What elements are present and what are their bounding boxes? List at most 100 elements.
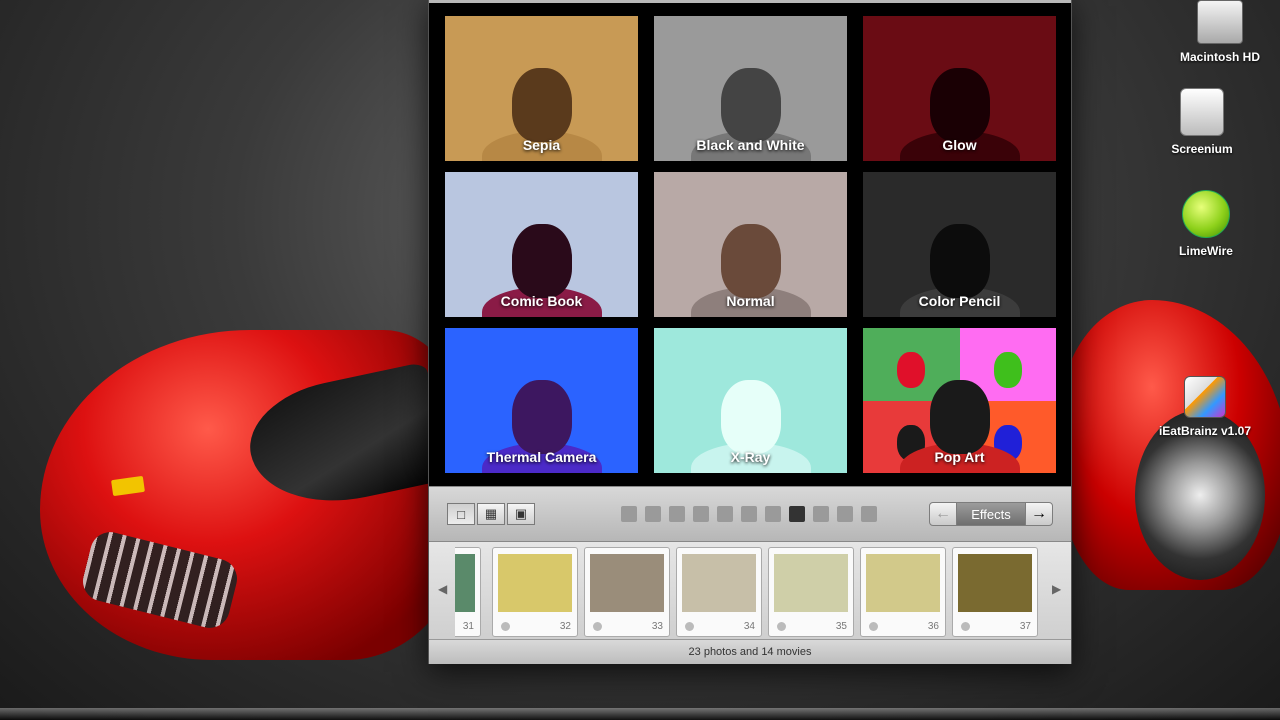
thumbnail-image [498,554,572,612]
person-head [929,380,990,454]
effect-tile-color-pencil[interactable]: Color Pencil [863,172,1056,317]
camera-badge-icon [593,622,602,631]
tray-scroll-right-button[interactable]: ▶ [1052,582,1061,596]
filmstrip-view-button[interactable]: ▣ [507,503,535,525]
desktop-icon-macintosh-hd[interactable]: Macintosh HD [1165,0,1275,64]
effect-label: X-Ray [730,449,771,465]
effect-tile-pop-art[interactable]: Pop Art [863,328,1056,473]
effects-navigation: ← Effects → [929,502,1053,526]
thumbnail-number: 33 [651,621,663,632]
effect-label: Sepia [522,137,561,153]
effect-tile-sepia[interactable]: Sepia [445,16,638,161]
desktop-icon-label: iEatBrainz v1.07 [1158,424,1252,438]
thumbnail-number: 32 [559,621,571,632]
person-head [720,224,781,298]
filmstrip-view-icon: ▣ [514,506,528,521]
thumbnail[interactable]: 34 [676,547,762,637]
effect-tile-comic-book[interactable]: Comic Book [445,172,638,317]
person-head [720,68,781,142]
effect-label: Color Pencil [918,293,1001,309]
effect-label: Black and White [696,137,805,153]
photo-booth-window: Sepia Black and White Glow Comic Book No… [428,0,1072,664]
page-dot[interactable] [837,506,853,522]
thumbnail-strip: 31 32 33 34 35 36 37 [455,547,1041,637]
thumbnail-image [774,554,848,612]
page-dot[interactable] [669,506,685,522]
effect-tile-glow[interactable]: Glow [863,16,1056,161]
dock[interactable] [0,708,1280,720]
thumbnail-image [590,554,664,612]
limewire-icon [1182,190,1230,238]
camera-badge-icon [869,622,878,631]
thumbnail[interactable]: 31 [455,547,481,637]
person-head [929,68,990,142]
camera-badge-icon [501,622,510,631]
window-titlebar[interactable] [429,0,1071,3]
thumbnail[interactable]: 37 [952,547,1038,637]
thumbnail[interactable]: 33 [584,547,670,637]
camera-badge-icon [685,622,694,631]
camera-badge-icon [961,622,970,631]
arrow-right-icon: → [1031,505,1047,522]
page-dot[interactable] [693,506,709,522]
desktop-icon-label: Screenium [1171,142,1233,156]
page-dot[interactable] [741,506,757,522]
effect-label: Glow [942,137,977,153]
effect-label: Normal [726,293,775,309]
person-head [511,224,572,298]
desktop-icon-screenium[interactable]: Screenium [1147,88,1257,156]
thumbnail-image [958,554,1032,612]
page-dot[interactable] [765,506,781,522]
effect-tile-thermal-camera[interactable]: Thermal Camera [445,328,638,473]
thumbnail-image [682,554,756,612]
grid-view-button[interactable]: ▦ [477,503,505,525]
desktop-icon-label: LimeWire [1179,244,1233,258]
page-dot[interactable] [789,506,805,522]
thumbnail[interactable]: 36 [860,547,946,637]
disk-image-icon [1180,88,1224,136]
thumbnail-number: 35 [835,621,847,632]
desktop-icon-limewire[interactable]: LimeWire [1151,190,1261,258]
page-dot[interactable] [861,506,877,522]
effect-label: Thermal Camera [486,449,597,465]
page-dot[interactable] [813,506,829,522]
effect-label: Pop Art [934,449,985,465]
pop-art-head [993,352,1022,388]
desktop-icon-label: Macintosh HD [1179,50,1260,64]
page-dot[interactable] [645,506,661,522]
effect-tile-black-and-white[interactable]: Black and White [654,16,847,161]
effect-tile-x-ray[interactable]: X-Ray [654,328,847,473]
thumbnail-image [866,554,940,612]
thumbnail-number: 34 [743,621,755,632]
person-head [720,380,781,454]
thumbnail[interactable]: 32 [492,547,578,637]
hard-drive-icon [1197,0,1243,44]
pop-art-head [897,352,926,388]
effects-grid: Sepia Black and White Glow Comic Book No… [445,16,1057,474]
page-dot[interactable] [621,506,637,522]
tray-scroll-left-button[interactable]: ◀ [438,582,447,596]
effects-page-indicator [621,506,877,522]
person-head [511,68,572,142]
thumbnail-number: 37 [1019,621,1031,632]
effects-button[interactable]: Effects [957,502,1025,526]
thumbnail-image [455,554,475,612]
effect-tile-normal[interactable]: Normal [654,172,847,317]
single-view-button[interactable]: □ [447,503,475,525]
arrow-left-icon: ← [935,505,951,522]
camera-badge-icon [777,622,786,631]
photo-tray: ◀ 31 32 33 34 35 36 37 ▶ [429,541,1071,640]
previous-effects-button[interactable]: ← [929,502,957,526]
thumbnail-number: 31 [462,621,474,632]
thumbnail-number: 36 [927,621,939,632]
photo-booth-toolbar: □ ▦ ▣ ← Effects → [429,486,1071,542]
thumbnail[interactable]: 35 [768,547,854,637]
person-head [929,224,990,298]
next-effects-button[interactable]: → [1025,502,1053,526]
grid-view-icon: ▦ [484,506,498,521]
library-status: 23 photos and 14 movies [429,639,1071,664]
desktop-icon-ieatbrainz[interactable]: iEatBrainz v1.07 [1150,376,1260,438]
person-head [511,380,572,454]
ieatbrainz-app-icon [1184,376,1226,418]
page-dot[interactable] [717,506,733,522]
